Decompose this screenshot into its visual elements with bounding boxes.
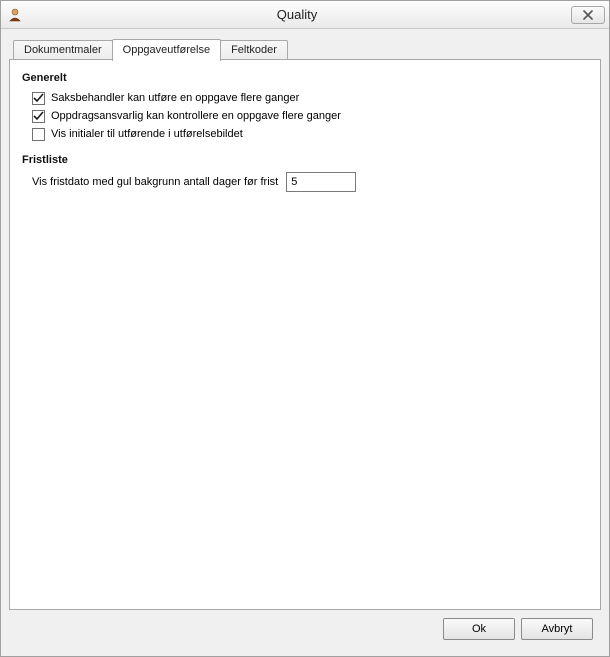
window-title: Quality [23,7,571,22]
section-header-deadline: Fristliste [22,154,588,166]
tab-label: Feltkoder [231,44,277,56]
button-bar: Ok Avbryt [9,610,601,648]
close-icon [582,10,594,20]
tab-panel: Generelt Saksbehandler kan utføre en opp… [9,59,601,610]
cancel-button[interactable]: Avbryt [521,618,593,640]
deadline-field-row: Vis fristdato med gul bakgrunn antall da… [32,172,588,192]
checkbox-icon [32,110,45,123]
client-area: Dokumentmaler Oppgaveutførelse Feltkoder… [1,29,609,656]
tab-label: Dokumentmaler [24,44,102,56]
tabstrip: Dokumentmaler Oppgaveutførelse Feltkoder [9,37,601,59]
option-vis-initialer[interactable]: Vis initialer til utførende i utførelseb… [32,126,588,142]
tab-oppgaveutforelse[interactable]: Oppgaveutførelse [112,39,221,61]
deadline-days-input[interactable] [286,172,356,192]
checkbox-label: Vis initialer til utførende i utførelseb… [51,126,243,142]
checkbox-label: Saksbehandler kan utføre en oppgave fler… [51,90,299,106]
tab-label: Oppgaveutførelse [123,44,210,56]
titlebar: Quality [1,1,609,29]
app-icon [7,7,23,23]
checkbox-icon [32,128,45,141]
deadline-field-label: Vis fristdato med gul bakgrunn antall da… [32,176,278,188]
tab-feltkoder[interactable]: Feltkoder [220,40,288,60]
ok-button[interactable]: Ok [443,618,515,640]
tab-dokumentmaler[interactable]: Dokumentmaler [13,40,113,60]
option-saksbehandler[interactable]: Saksbehandler kan utføre en oppgave fler… [32,90,588,106]
quality-dialog: Quality Dokumentmaler Oppgaveutførelse F… [0,0,610,657]
close-button[interactable] [571,6,605,24]
checkbox-label: Oppdragsansvarlig kan kontrollere en opp… [51,108,341,124]
checkbox-icon [32,92,45,105]
option-oppdragsansvarlig[interactable]: Oppdragsansvarlig kan kontrollere en opp… [32,108,588,124]
section-header-general: Generelt [22,72,588,84]
